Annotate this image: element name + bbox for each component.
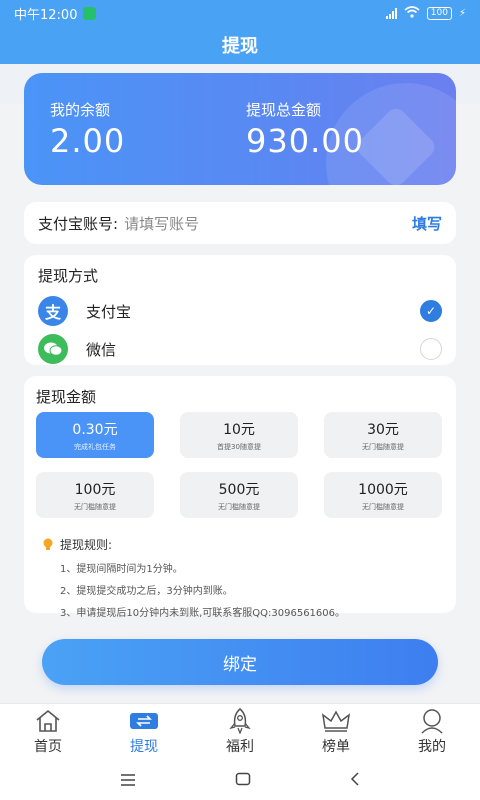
rules-title-text: 提现规则:	[60, 538, 113, 552]
amount-option-0-30[interactable]: 0.30元 完成礼包任务	[36, 412, 154, 458]
amount-value: 100元	[74, 481, 116, 498]
back-icon[interactable]	[350, 771, 360, 790]
profile-icon	[419, 708, 445, 734]
balance-card: 我的余额 2.00 提现总金额 930.00	[24, 73, 456, 185]
total-withdrawn-value: 930.00	[246, 122, 364, 160]
tab-welfare-label: 福利	[226, 739, 254, 755]
amount-value: 500元	[218, 481, 260, 498]
alipay-account-row[interactable]: 支付宝账号: 请填写账号 填写	[24, 202, 456, 244]
amount-subtitle: 无门槛随意提	[362, 502, 404, 511]
tab-profile-label: 我的	[418, 739, 446, 755]
withdraw-method-card: 提现方式 支 支付宝 ✓ 微信	[24, 255, 456, 365]
tab-ranking-label: 榜单	[322, 739, 350, 755]
method-option-wechat[interactable]: 微信	[38, 330, 442, 368]
withdraw-amount-card: 提现金额 0.30元 完成礼包任务 10元 首提30随意提 30元 无门槛随意提…	[24, 376, 456, 619]
amount-subtitle: 无门槛随意提	[218, 502, 260, 511]
amount-option-1000[interactable]: 1000元 无门槛随意提	[324, 472, 442, 518]
rule-item: 3、申请提现后10分钟内未到账,可联系客服QQ:3096561606。	[60, 608, 345, 619]
tab-profile[interactable]: 我的	[384, 704, 480, 760]
tab-ranking[interactable]: 榜单	[288, 704, 384, 760]
page-title: 提现	[222, 36, 258, 57]
bind-button[interactable]: 绑定	[42, 639, 438, 685]
amount-value: 30元	[367, 421, 399, 438]
amount-section-title: 提现金额	[36, 388, 97, 406]
method-section-title: 提现方式	[38, 267, 99, 285]
amount-value: 10元	[223, 421, 255, 438]
radio-checked-icon[interactable]: ✓	[420, 300, 442, 322]
radio-unchecked-icon[interactable]	[420, 338, 442, 360]
tab-welfare[interactable]: 福利	[192, 704, 288, 760]
account-placeholder[interactable]: 请填写账号	[124, 213, 412, 234]
wifi-icon	[404, 5, 420, 21]
rules-title: 提现规则:	[42, 536, 442, 553]
total-withdrawn: 提现总金额 930.00	[246, 99, 364, 160]
rule-item: 1、提现间隔时间为1分钟。	[60, 564, 183, 575]
alipay-icon: 支	[38, 296, 68, 326]
crown-icon	[320, 708, 352, 734]
home-square-icon[interactable]	[235, 771, 251, 790]
battery-icon: 100	[426, 6, 452, 20]
status-time: 中午12:00	[14, 7, 78, 23]
withdraw-rules: 提现规则: 1、提现间隔时间为1分钟。 2、提现提交成功之后，3分钟内到账。 3…	[42, 536, 442, 619]
amount-value: 1000元	[358, 481, 408, 498]
amount-subtitle: 无门槛随意提	[74, 502, 116, 511]
method-option-alipay[interactable]: 支 支付宝 ✓	[38, 292, 442, 330]
amount-grid: 0.30元 完成礼包任务 10元 首提30随意提 30元 无门槛随意提 100元…	[36, 412, 444, 518]
page-header: 提现	[0, 26, 480, 64]
charging-icon: ⚡	[458, 7, 466, 19]
amount-option-10[interactable]: 10元 首提30随意提	[180, 412, 298, 458]
amount-option-500[interactable]: 500元 无门槛随意提	[180, 472, 298, 518]
amount-subtitle: 完成礼包任务	[74, 442, 116, 451]
my-balance-label: 我的余额	[50, 101, 111, 119]
account-label: 支付宝账号:	[38, 214, 119, 233]
total-withdrawn-label: 提现总金额	[246, 101, 322, 119]
wechat-icon	[38, 334, 68, 364]
rocket-icon	[229, 708, 251, 734]
amount-subtitle: 无门槛随意提	[362, 442, 404, 451]
tab-withdraw[interactable]: 提现	[96, 704, 192, 760]
system-navigation-bar	[0, 760, 480, 800]
notification-icon	[83, 6, 97, 20]
home-icon	[34, 708, 62, 734]
menu-icon[interactable]	[120, 771, 136, 790]
method-name-wechat: 微信	[86, 340, 117, 359]
lightbulb-icon	[42, 538, 54, 552]
method-name-alipay: 支付宝	[86, 302, 132, 321]
amount-option-30[interactable]: 30元 无门槛随意提	[324, 412, 442, 458]
amount-value: 0.30元	[72, 421, 118, 438]
signal-icon	[385, 7, 397, 19]
status-bar: 中午12:00 100 ⚡	[0, 0, 480, 26]
my-balance: 我的余额 2.00	[50, 99, 125, 160]
tab-withdraw-label: 提现	[130, 739, 158, 755]
amount-option-100[interactable]: 100元 无门槛随意提	[36, 472, 154, 518]
bottom-tab-bar: 首页 提现 福利 榜单 我的	[0, 703, 480, 760]
withdraw-icon	[129, 708, 159, 734]
tab-home[interactable]: 首页	[0, 704, 96, 760]
my-balance-value: 2.00	[50, 122, 126, 160]
fill-account-button[interactable]: 填写	[412, 213, 442, 234]
rule-item: 2、提现提交成功之后，3分钟内到账。	[60, 586, 233, 597]
amount-subtitle: 首提30随意提	[217, 442, 261, 451]
tab-home-label: 首页	[34, 739, 62, 755]
